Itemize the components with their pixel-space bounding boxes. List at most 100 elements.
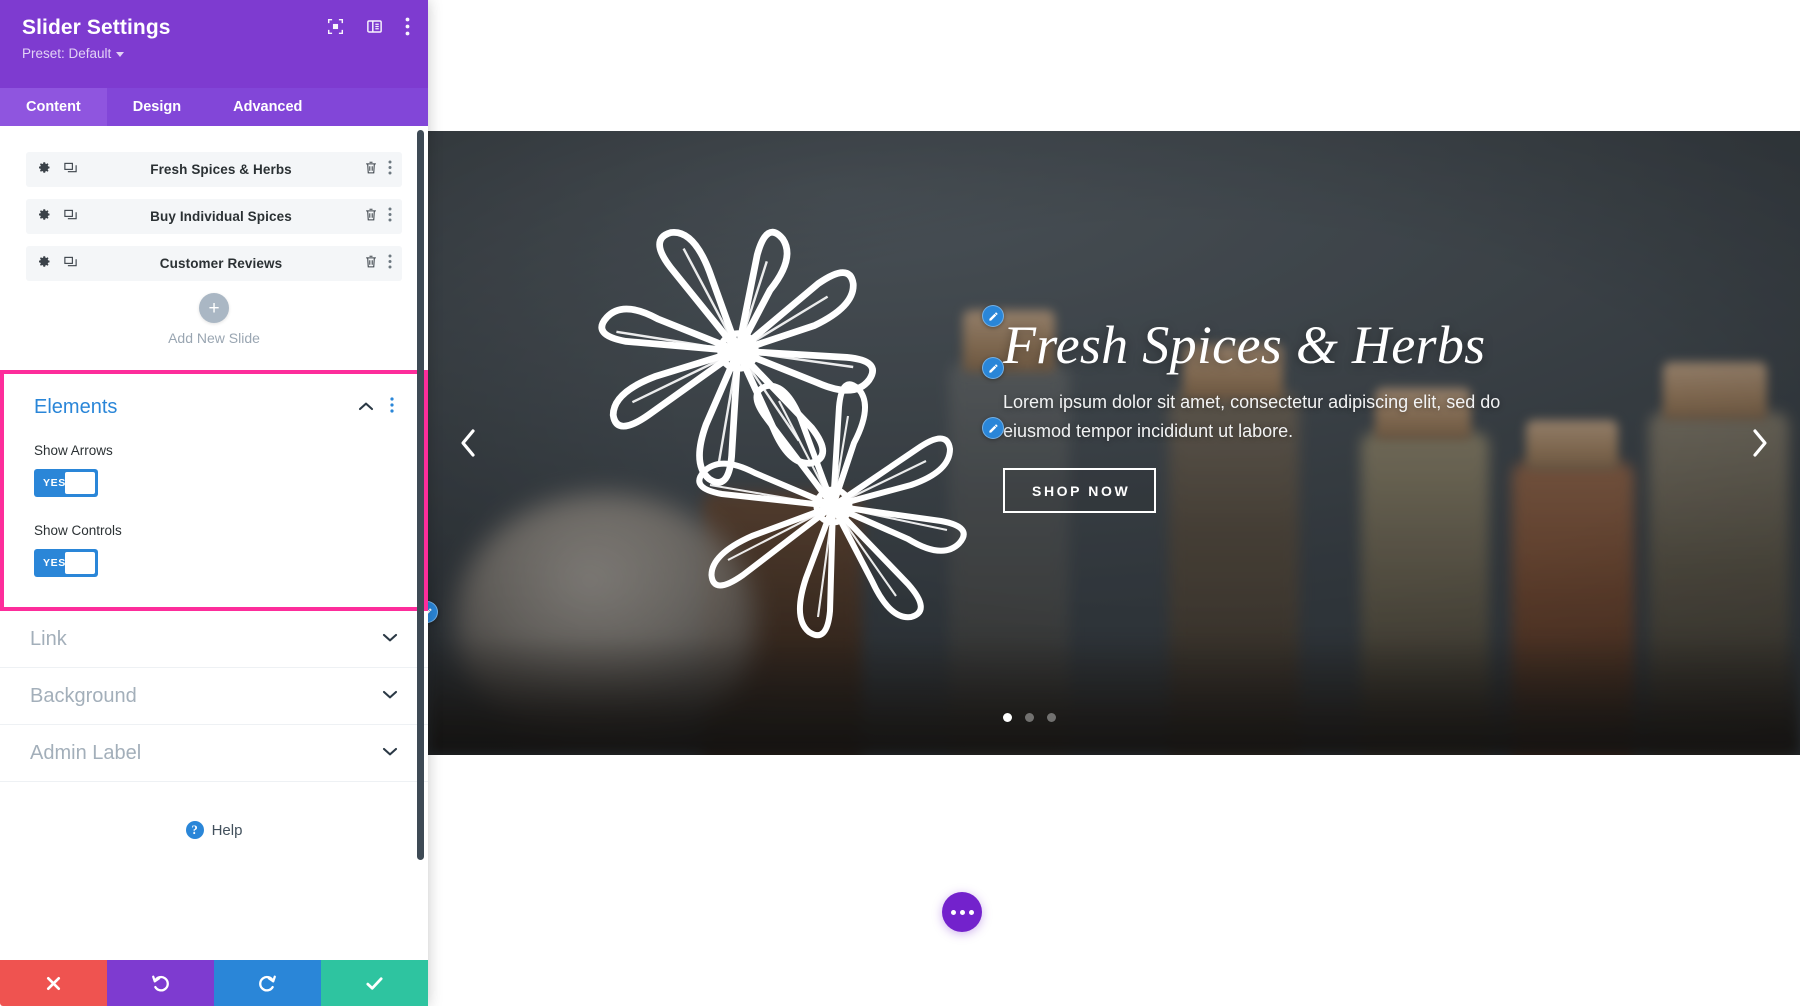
- chevron-right-icon: [1753, 429, 1767, 457]
- discard-button[interactable]: [0, 960, 107, 1006]
- elements-section: Elements Show Arrows YES Show Controls Y…: [4, 374, 424, 607]
- show-arrows-label: Show Arrows: [34, 443, 113, 458]
- slide-content: Fresh Spices & Herbs Lorem ipsum dolor s…: [1003, 317, 1563, 513]
- slider-module[interactable]: Fresh Spices & Herbs Lorem ipsum dolor s…: [428, 131, 1800, 755]
- panel-scroll-body: Fresh Spices & Herbs Buy Individual Spic…: [0, 126, 428, 960]
- tab-advanced[interactable]: Advanced: [207, 88, 328, 126]
- help-button[interactable]: ? Help: [0, 782, 428, 878]
- redo-icon: [259, 975, 276, 991]
- shop-now-button[interactable]: SHOP NOW: [1003, 468, 1157, 513]
- preset-selector[interactable]: Preset: Default: [22, 46, 125, 61]
- background-section-header[interactable]: Background: [0, 668, 428, 725]
- chevron-down-icon[interactable]: [382, 744, 398, 762]
- kebab-menu-icon[interactable]: [388, 254, 392, 274]
- slide-paragraph: Lorem ipsum dolor sit amet, consectetur …: [1003, 391, 1501, 441]
- panel-scrollbar-thumb[interactable]: [417, 130, 424, 860]
- slider-next-arrow[interactable]: [1740, 421, 1780, 465]
- edit-button-pencil-icon[interactable]: [982, 417, 1004, 439]
- focus-icon[interactable]: [327, 18, 344, 35]
- slide-item-left-actions: [36, 254, 78, 274]
- toggle-knob: [65, 472, 95, 494]
- link-section-header[interactable]: Link: [0, 611, 428, 668]
- slide-item-right-actions: [364, 160, 392, 180]
- elements-section-highlight: Elements Show Arrows YES Show Controls Y…: [0, 370, 428, 611]
- help-icon: ?: [185, 821, 204, 839]
- show-controls-toggle-value: YES: [43, 557, 66, 569]
- slide-list-item[interactable]: Buy Individual Spices: [26, 199, 402, 234]
- slider-dot[interactable]: [1047, 713, 1056, 722]
- trash-icon[interactable]: [364, 254, 378, 274]
- show-arrows-toggle[interactable]: YES: [34, 469, 98, 497]
- tab-design[interactable]: Design: [107, 88, 207, 126]
- slide-item-right-actions: [364, 207, 392, 227]
- trash-icon[interactable]: [364, 160, 378, 180]
- slider-prev-arrow[interactable]: [448, 421, 488, 465]
- slider-dot[interactable]: [1003, 713, 1012, 722]
- slide-item-right-actions: [364, 254, 392, 274]
- undo-icon: [152, 975, 169, 991]
- dot: [968, 909, 974, 915]
- panel-tabs: Content Design Advanced: [0, 88, 428, 126]
- slide-item-label: Customer Reviews: [159, 256, 283, 271]
- add-new-slide-button[interactable]: + Add New Slide: [26, 293, 402, 346]
- chevron-down-icon[interactable]: [382, 630, 398, 648]
- screen-root: Fresh Spices & Herbs Lorem ipsum dolor s…: [0, 0, 1800, 1006]
- kebab-menu-icon[interactable]: [388, 207, 392, 227]
- chevron-up-icon[interactable]: [358, 399, 374, 417]
- duplicate-icon[interactable]: [63, 207, 78, 227]
- slide-item-left-actions: [36, 207, 78, 227]
- trash-icon[interactable]: [364, 207, 378, 227]
- slider-pagination: [1003, 713, 1056, 722]
- panel-header: Slider Settings Preset: Default: [0, 0, 428, 88]
- elements-section-title: Elements: [34, 396, 118, 418]
- duplicate-icon[interactable]: [63, 254, 78, 274]
- admin-label-section-header[interactable]: Admin Label: [0, 725, 428, 782]
- link-section-title: Link: [30, 627, 67, 650]
- kebab-menu-icon[interactable]: [390, 397, 394, 418]
- plus-icon: +: [199, 293, 229, 323]
- slide-list-item[interactable]: Fresh Spices & Herbs: [26, 152, 402, 187]
- show-controls-toggle[interactable]: YES: [34, 549, 98, 577]
- chevron-left-icon: [461, 429, 475, 457]
- elements-section-controls: [358, 397, 394, 418]
- edit-paragraph-pencil-icon[interactable]: [982, 357, 1004, 379]
- builder-menu-fab[interactable]: [942, 892, 982, 932]
- slider-dot[interactable]: [1025, 713, 1034, 722]
- background-section-title: Background: [30, 684, 137, 707]
- gear-icon[interactable]: [36, 254, 51, 274]
- slide-item-left-actions: [36, 160, 78, 180]
- undo-button[interactable]: [107, 960, 214, 1006]
- slider-settings-panel: Slider Settings Preset: Default Content …: [0, 0, 428, 1006]
- kebab-menu-icon[interactable]: [388, 160, 392, 180]
- star-anise-illustration: [683, 356, 983, 656]
- panel-scrollbar-track[interactable]: [417, 126, 426, 960]
- preset-label: Preset: Default: [22, 46, 112, 61]
- duplicate-icon[interactable]: [63, 160, 78, 180]
- chevron-down-icon: [116, 52, 125, 57]
- chevron-down-icon[interactable]: [382, 687, 398, 705]
- redo-button[interactable]: [214, 960, 321, 1006]
- slide-item-label: Fresh Spices & Herbs: [150, 162, 292, 177]
- page-canvas: Fresh Spices & Herbs Lorem ipsum dolor s…: [428, 0, 1800, 1006]
- toggle-knob: [65, 552, 95, 574]
- gear-icon[interactable]: [36, 207, 51, 227]
- slide-heading: Fresh Spices & Herbs: [1003, 315, 1486, 375]
- show-controls-field: Show Controls YES: [34, 523, 394, 577]
- slide-list: Fresh Spices & Herbs Buy Individual Spic…: [0, 126, 428, 346]
- layout-panel-icon[interactable]: [366, 18, 383, 35]
- panel-header-actions: [327, 17, 410, 36]
- dot: [959, 909, 965, 915]
- tab-content[interactable]: Content: [0, 88, 107, 126]
- kebab-menu-icon[interactable]: [405, 17, 410, 36]
- help-label: Help: [211, 821, 243, 839]
- slide-list-item[interactable]: Customer Reviews: [26, 246, 402, 281]
- dot: [950, 909, 956, 915]
- gear-icon[interactable]: [36, 160, 51, 180]
- save-button[interactable]: [321, 960, 428, 1006]
- edit-heading-pencil-icon[interactable]: [982, 305, 1004, 327]
- show-arrows-field: Show Arrows YES: [34, 443, 394, 497]
- show-arrows-toggle-value: YES: [43, 477, 66, 489]
- slide-item-label: Buy Individual Spices: [150, 209, 292, 224]
- admin-label-section-title: Admin Label: [30, 741, 142, 764]
- elements-section-header[interactable]: Elements: [34, 396, 394, 419]
